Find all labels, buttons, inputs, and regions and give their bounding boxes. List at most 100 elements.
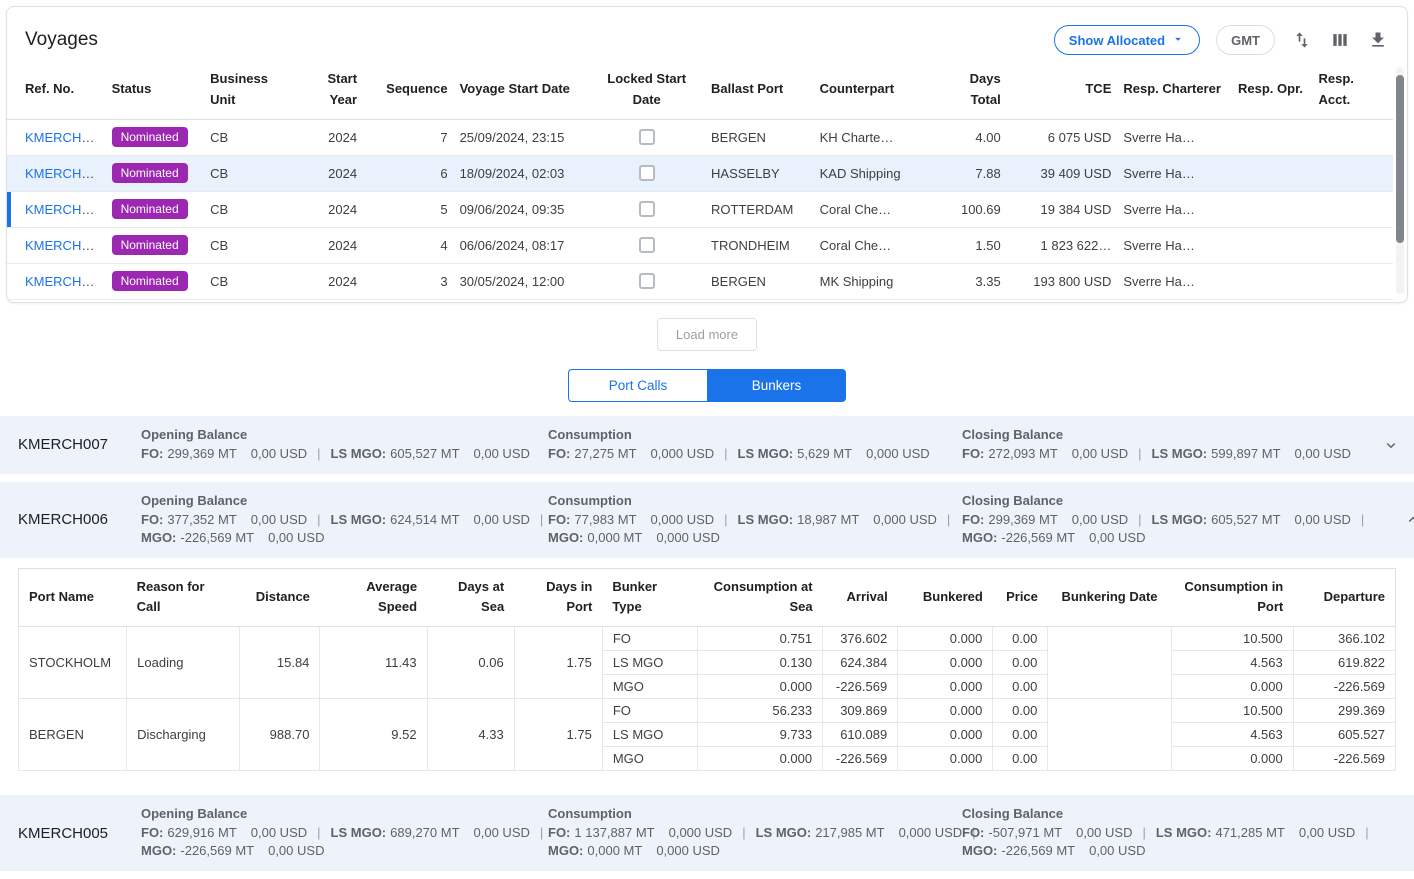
bunker-details: Port NameReason for CallDistanceAverage …: [0, 558, 1414, 788]
bunker-accordion-header[interactable]: KMERCH005Opening BalanceFO:629,916 MT0,0…: [0, 795, 1414, 871]
page-title: Voyages: [25, 29, 98, 51]
fuel-quantity: 5,629 MT: [797, 446, 852, 461]
voyages-header-bar: Voyages Show Allocated GMT: [7, 7, 1407, 61]
pc-column-header-arrival: Arrival: [823, 568, 898, 627]
locked-start-checkbox[interactable]: [639, 129, 655, 145]
fuel-quantity: 605,527 MT: [1211, 512, 1280, 527]
voyage-ref-link[interactable]: KMERCH004: [25, 238, 103, 253]
voyage-ref-link[interactable]: KMERCH003: [25, 274, 103, 289]
vertical-scrollbar[interactable]: [1396, 67, 1404, 294]
column-header-start_year: Start Year: [307, 61, 369, 119]
voyage-resp-charterer-cell: Sverre Ha…: [1123, 155, 1238, 191]
fuel-entry: FO:27,275 MT0,000 USD: [548, 446, 714, 461]
voyage-resp-charterer-cell: Sverre Ha…: [1123, 191, 1238, 227]
closing-balance-line-1: FO:299,369 MT0,00 USD|LS MGO:605,527 MT0…: [962, 511, 1374, 529]
fuel-quantity: -226,569 MT: [180, 843, 254, 858]
voyage-resp-charterer-cell: Sverre Ha…: [1123, 119, 1238, 155]
column-header-days_total: Days Total: [940, 61, 1012, 119]
voyage-row[interactable]: KMERCH006NominatedCB2024618/09/2024, 02:…: [7, 155, 1393, 191]
pc-cell-departure: 605.527: [1293, 723, 1395, 747]
voyage-label: KMERCH006: [18, 511, 141, 528]
load-more-row: Load more: [0, 303, 1414, 363]
chevron-down-icon[interactable]: [1395, 824, 1414, 842]
pc-cell-consumption-at-sea: 0.751: [697, 627, 822, 651]
fuel-entry: MGO:0,000 MT0,000 USD: [548, 843, 720, 858]
fuel-quantity: 377,352 MT: [167, 512, 236, 527]
pc-cell-consumption-in-port: 4.563: [1171, 723, 1293, 747]
fuel-label: MGO:: [548, 843, 583, 858]
voyage-row[interactable]: KMERCH005NominatedCB2024509/06/2024, 09:…: [7, 191, 1393, 227]
tab-port-calls[interactable]: Port Calls: [568, 369, 707, 402]
voyage-ballast-port-cell: BERGEN: [711, 263, 820, 299]
voyage-resp-acct-cell: [1318, 119, 1393, 155]
voyage-ref-cell: KMERCH003: [7, 263, 112, 299]
fuel-entry: LS MGO:689,270 MT0,00 USD: [331, 825, 530, 840]
download-icon[interactable]: [1367, 29, 1389, 51]
voyage-ref-link[interactable]: KMERCH006: [25, 166, 103, 181]
voyage-ref-cell: KMERCH007: [7, 119, 112, 155]
voyage-ballast-port-cell: TRONDHEIM: [711, 227, 820, 263]
voyage-business-unit-cell: CB: [210, 155, 307, 191]
pc-cell-consumption-at-sea: 0.130: [697, 651, 822, 675]
fuel-quantity: 272,093 MT: [988, 446, 1057, 461]
opening-balance-title: Opening Balance: [141, 806, 532, 821]
fuel-quantity: 0,000 MT: [587, 843, 642, 858]
gmt-button[interactable]: GMT: [1216, 25, 1275, 55]
columns-icon[interactable]: [1329, 29, 1351, 51]
locked-start-checkbox[interactable]: [639, 237, 655, 253]
pc-cell-bunkering-date: [1048, 627, 1171, 699]
pc-column-header-departure: Departure: [1293, 568, 1395, 627]
voyage-row[interactable]: KMERCH004NominatedCB2024406/06/2024, 08:…: [7, 227, 1393, 263]
bunker-accordion-header[interactable]: KMERCH007Opening BalanceFO:299,369 MT0,0…: [0, 416, 1414, 474]
voyage-resp-charterer-cell: Sverre Ha…: [1123, 227, 1238, 263]
pc-cell-port: BERGEN: [19, 699, 127, 771]
pc-cell-arrival: 610.089: [823, 723, 898, 747]
fuel-quantity: 624,514 MT: [390, 512, 459, 527]
voyage-start-date-cell: 25/09/2024, 23:15: [460, 119, 595, 155]
closing-balance: Closing BalanceFO:299,369 MT0,00 USD|LS …: [962, 493, 1390, 547]
separator: |: [1361, 512, 1364, 527]
consumption-title: Consumption: [548, 806, 946, 821]
voyage-business-unit-cell: CB: [210, 191, 307, 227]
bunker-accordion-header[interactable]: KMERCH006Opening BalanceFO:377,352 MT0,0…: [0, 482, 1414, 558]
pc-cell-consumption-in-port: 10.500: [1171, 627, 1293, 651]
separator: |: [1138, 512, 1141, 527]
consumption-line-1: FO:1 137,887 MT0,000 USD|LS MGO:217,985 …: [548, 824, 946, 842]
pc-cell-price: 0.00: [993, 651, 1048, 675]
pc-cell-bunkered: 0.000: [898, 627, 993, 651]
voyage-row[interactable]: KMERCH007NominatedCB2024725/09/2024, 23:…: [7, 119, 1393, 155]
pc-cell-bunker-type: FO: [602, 627, 697, 651]
column-header-sequence: Sequence: [369, 61, 460, 119]
voyage-start-year-cell: 2024: [307, 119, 369, 155]
locked-start-checkbox[interactable]: [639, 165, 655, 181]
fuel-label: LS MGO:: [756, 825, 812, 840]
fuel-entry: FO:77,983 MT0,000 USD: [548, 512, 714, 527]
sort-icon[interactable]: [1291, 29, 1313, 51]
voyage-ref-link[interactable]: KMERCH007: [25, 130, 103, 145]
voyage-row[interactable]: KMERCH003NominatedCB2024330/05/2024, 12:…: [7, 263, 1393, 299]
pc-column-header-bunkering_date: Bunkering Date: [1048, 568, 1171, 627]
closing-balance-title: Closing Balance: [962, 493, 1374, 508]
voyage-ref-cell: KMERCH005: [7, 191, 112, 227]
show-allocated-label: Show Allocated: [1069, 33, 1165, 48]
scrollbar-thumb[interactable]: [1396, 75, 1404, 243]
voyage-ref-link[interactable]: KMERCH005: [25, 202, 103, 217]
pc-column-header-days_in_port: Days in Port: [514, 568, 602, 627]
load-more-button[interactable]: Load more: [657, 318, 757, 351]
chevron-down-icon[interactable]: [1368, 436, 1414, 454]
fuel-label: LS MGO:: [1152, 512, 1208, 527]
chevron-up-icon[interactable]: [1390, 511, 1414, 529]
voyages-table-wrap: Ref. No.StatusBusiness UnitStart YearSeq…: [7, 61, 1407, 300]
show-allocated-button[interactable]: Show Allocated: [1054, 25, 1200, 55]
locked-start-checkbox[interactable]: [639, 201, 655, 217]
fuel-quantity: 689,270 MT: [390, 825, 459, 840]
consumption: ConsumptionFO:27,275 MT0,000 USD|LS MGO:…: [548, 427, 962, 463]
pc-cell-departure: -226.569: [1293, 675, 1395, 699]
fuel-quantity: 629,916 MT: [167, 825, 236, 840]
voyage-days-total-cell: 4.00: [940, 119, 1012, 155]
pc-cell-departure: 299.369: [1293, 699, 1395, 723]
column-header-ballast_port: Ballast Port: [711, 61, 820, 119]
locked-start-checkbox[interactable]: [639, 273, 655, 289]
tab-bunkers[interactable]: Bunkers: [707, 369, 846, 402]
pc-cell-bunkering-date: [1048, 699, 1171, 771]
